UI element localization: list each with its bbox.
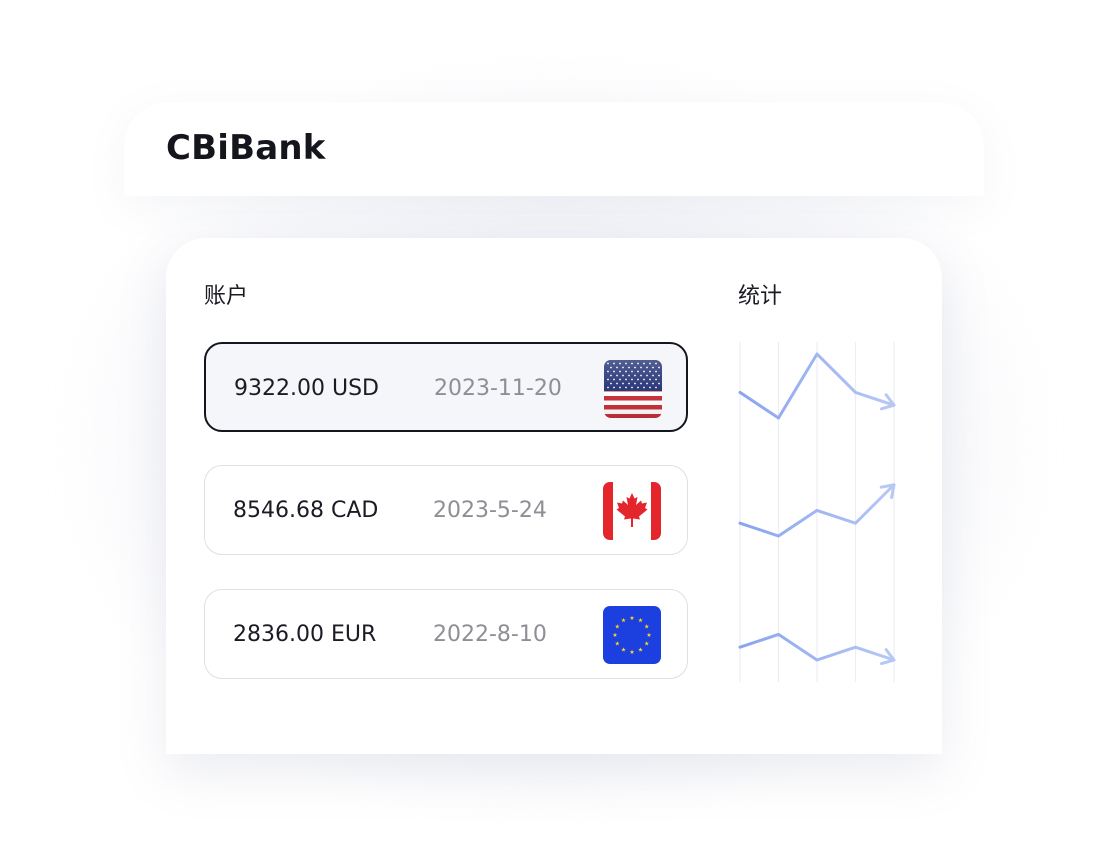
stats-title: 统计 <box>738 284 783 309</box>
eu-flag-icon <box>603 606 661 664</box>
us-flag-icon <box>604 360 662 418</box>
account-amount: 2836.00 EUR <box>233 622 377 647</box>
app-stage: CBiBank 账户 统计 9322.00 USD 2023-11-20 854… <box>0 0 1108 856</box>
brand-logo-text: CBiBank <box>166 128 326 168</box>
account-date: 2023-11-20 <box>434 376 562 401</box>
header-bar: CBiBank <box>124 102 984 196</box>
account-date: 2023-5-24 <box>433 498 547 523</box>
account-date: 2022-8-10 <box>433 622 547 647</box>
accounts-title: 账户 <box>204 284 249 309</box>
account-amount: 8546.68 CAD <box>233 498 379 523</box>
accounts-panel: 账户 统计 9322.00 USD 2023-11-20 8546.68 CAD… <box>166 238 942 754</box>
canada-flag-icon <box>603 482 661 540</box>
account-row-cad[interactable]: 8546.68 CAD 2023-5-24 <box>204 465 688 555</box>
stats-sparkline-chart <box>738 342 896 682</box>
account-amount: 9322.00 USD <box>234 376 379 401</box>
account-row-eur[interactable]: 2836.00 EUR 2022-8-10 <box>204 589 688 679</box>
account-row-usd[interactable]: 9322.00 USD 2023-11-20 <box>204 342 688 432</box>
